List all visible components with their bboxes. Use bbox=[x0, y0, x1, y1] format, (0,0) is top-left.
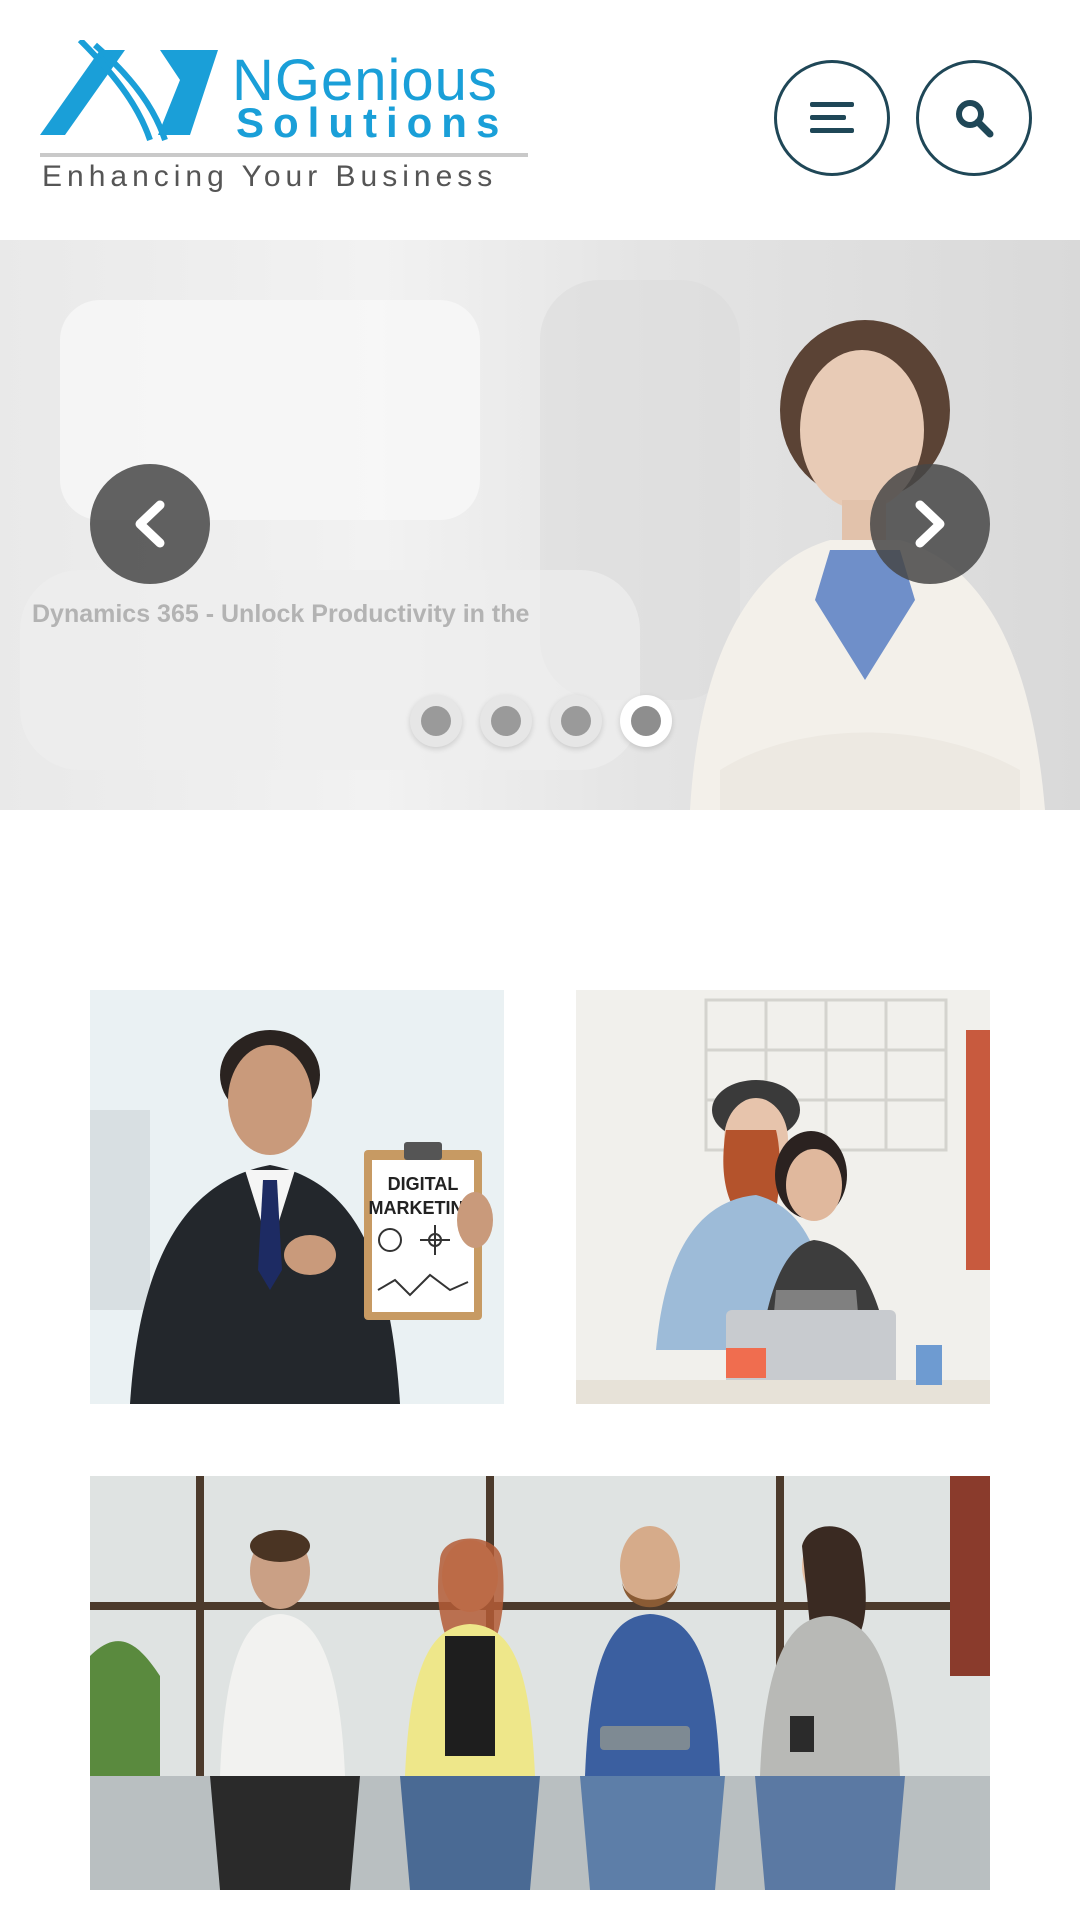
slide-caption[interactable]: Dynamics 365 - Unlock Productivity in th… bbox=[32, 600, 529, 629]
site-header: NGenious Solutions Enhancing Your Busine… bbox=[0, 0, 1080, 240]
hamburger-icon bbox=[810, 102, 854, 133]
clipboard-text-line1: DIGITAL bbox=[388, 1174, 459, 1194]
women-laptop-image bbox=[576, 990, 990, 1404]
chevron-left-icon bbox=[135, 500, 165, 548]
tile-team-meeting[interactable] bbox=[90, 1476, 990, 1890]
logo-subtitle: Solutions bbox=[236, 99, 509, 146]
businessman-image: DIGITAL MARKETING bbox=[90, 990, 504, 1404]
slider-dot-1[interactable] bbox=[410, 695, 462, 747]
chevron-right-icon bbox=[915, 500, 945, 548]
search-button[interactable] bbox=[916, 60, 1032, 176]
hero-slider[interactable]: Dynamics 365 - Unlock Productivity in th… bbox=[0, 240, 1080, 810]
slider-dot-4[interactable] bbox=[620, 695, 672, 747]
tile-digital-marketing[interactable]: DIGITAL MARKETING bbox=[90, 990, 504, 1404]
tile-team-collaboration[interactable] bbox=[576, 990, 990, 1404]
slider-dot-2[interactable] bbox=[480, 695, 532, 747]
slider-dot-3[interactable] bbox=[550, 695, 602, 747]
group-meeting-image bbox=[90, 1476, 990, 1890]
slider-prev-button[interactable] bbox=[90, 464, 210, 584]
slider-next-button[interactable] bbox=[870, 464, 990, 584]
logo-divider bbox=[40, 153, 528, 157]
search-icon bbox=[956, 100, 994, 138]
slider-pagination bbox=[410, 695, 672, 747]
menu-button[interactable] bbox=[774, 60, 890, 176]
site-logo[interactable]: NGenious Solutions Enhancing Your Busine… bbox=[40, 40, 530, 200]
logo-mark-icon bbox=[40, 40, 218, 141]
logo-tagline: Enhancing Your Business bbox=[42, 160, 498, 193]
